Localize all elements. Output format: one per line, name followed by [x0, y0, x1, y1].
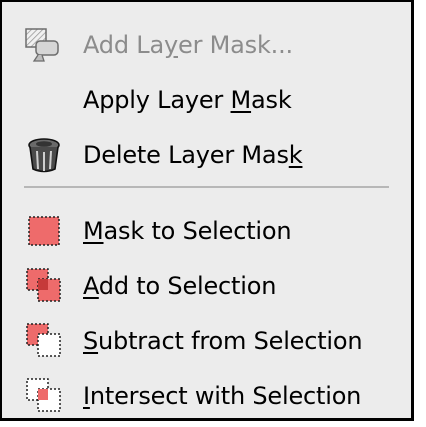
add-layer-mask-icon: [25, 27, 59, 62]
intersect-selection-icon: [26, 377, 61, 412]
menu-item-add-layer-mask[interactable]: Add Layer Mask...: [2, 17, 411, 72]
menu-item-mask-to-selection[interactable]: Mask to Selection: [2, 203, 411, 258]
menu-item-label: Add to Selection: [83, 271, 277, 300]
menu-item-delete-layer-mask[interactable]: Delete Layer Mask: [2, 127, 411, 182]
trash-can-icon: [28, 137, 60, 172]
menu-item-label: Delete Layer Mask: [83, 140, 303, 169]
menu-item-add-to-selection[interactable]: Add to Selection: [2, 258, 411, 313]
menu-item-label: Mask to Selection: [83, 216, 292, 245]
subtract-selection-icon: [26, 322, 61, 357]
menu-item-subtract-from-selection[interactable]: Subtract from Selection: [2, 313, 411, 368]
add-selection-icon: [26, 267, 61, 302]
menu-item-intersect-with-selection[interactable]: Intersect with Selection: [2, 368, 411, 423]
menu-item-label: Intersect with Selection: [83, 381, 362, 410]
menu-separator: [24, 186, 389, 188]
mask-selection-icon: [28, 215, 60, 246]
menu-item-label: Add Layer Mask...: [83, 30, 293, 59]
menu-item-label: Apply Layer Mask: [83, 85, 292, 114]
layer-mask-context-menu: Add Layer Mask... Apply Layer Mask Delet…: [0, 0, 414, 421]
menu-item-label: Subtract from Selection: [83, 326, 363, 355]
menu-item-apply-layer-mask[interactable]: Apply Layer Mask: [2, 72, 411, 127]
